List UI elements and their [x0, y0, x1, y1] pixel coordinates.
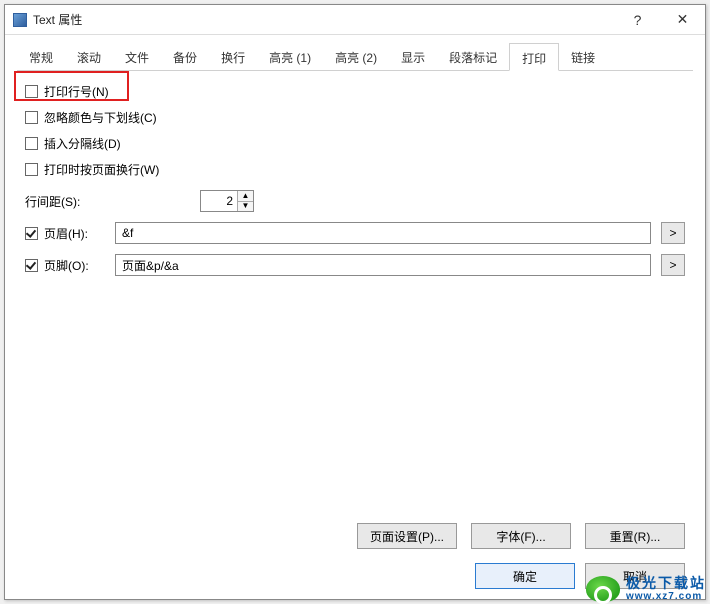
spinner-up-icon[interactable]: ▲: [238, 191, 253, 202]
tab-print[interactable]: 打印: [509, 43, 559, 71]
spinner-buttons: ▲ ▼: [237, 191, 253, 211]
check-ignore-colors-row[interactable]: 忽略颜色与下划线(C): [25, 109, 685, 126]
checkbox-icon: [25, 85, 38, 98]
watermark-text: 极光下载站 www.xz7.com: [626, 576, 706, 602]
checkbox-group: 打印行号(N) 忽略颜色与下划线(C) 插入分隔线(D) 打印时按页面换行(W): [25, 83, 685, 178]
help-button[interactable]: ?: [615, 5, 660, 34]
line-spacing-input[interactable]: [201, 191, 237, 211]
app-icon: [13, 13, 27, 27]
content: 常规 滚动 文件 备份 换行 高亮 (1) 高亮 (2) 显示 段落标记 打印 …: [5, 35, 705, 294]
check-insert-separator-row[interactable]: 插入分隔线(D): [25, 135, 685, 152]
footer-check-row[interactable]: 页脚(O):: [25, 257, 105, 274]
check-print-line-numbers-label: 打印行号(N): [44, 83, 109, 100]
dialog-window: Text 属性 ? ✕ 常规 滚动 文件 备份 换行 高亮 (1) 高亮 (2)…: [4, 4, 706, 600]
window-title: Text 属性: [33, 11, 82, 28]
tab-link[interactable]: 链接: [559, 43, 607, 70]
footer-input[interactable]: [115, 254, 651, 276]
check-print-line-numbers-row[interactable]: 打印行号(N): [25, 83, 685, 100]
checkbox-icon: [25, 259, 38, 272]
spinner-down-icon[interactable]: ▼: [238, 202, 253, 212]
tab-scroll[interactable]: 滚动: [65, 43, 113, 70]
header-more-button[interactable]: >: [661, 222, 685, 244]
font-button[interactable]: 字体(F)...: [471, 523, 571, 549]
tab-wrap[interactable]: 换行: [209, 43, 257, 70]
header-check-row[interactable]: 页眉(H):: [25, 225, 105, 242]
check-ignore-colors-label: 忽略颜色与下划线(C): [44, 109, 157, 126]
close-button[interactable]: ✕: [660, 5, 705, 34]
watermark: 极光下载站 www.xz7.com: [586, 576, 706, 602]
footer-row: 页脚(O): >: [25, 254, 685, 276]
tab-file[interactable]: 文件: [113, 43, 161, 70]
titlebar-controls: ? ✕: [615, 5, 705, 34]
titlebar-left: Text 属性: [13, 11, 82, 28]
header-input[interactable]: [115, 222, 651, 244]
tab-paragraph[interactable]: 段落标记: [437, 43, 509, 70]
checkbox-icon: [25, 227, 38, 240]
ok-button[interactable]: 确定: [475, 563, 575, 589]
tab-strip: 常规 滚动 文件 备份 换行 高亮 (1) 高亮 (2) 显示 段落标记 打印 …: [17, 43, 693, 71]
watermark-logo-icon: [586, 576, 620, 602]
header-label: 页眉(H):: [44, 225, 88, 242]
tab-panel-print: 打印行号(N) 忽略颜色与下划线(C) 插入分隔线(D) 打印时按页面换行(W)…: [17, 71, 693, 294]
watermark-main: 极光下载站: [626, 576, 706, 591]
watermark-sub: www.xz7.com: [626, 591, 706, 602]
check-insert-separator-label: 插入分隔线(D): [44, 135, 121, 152]
footer-label: 页脚(O):: [44, 257, 89, 274]
line-spacing-row: 行间距(S): ▲ ▼: [25, 190, 685, 212]
checkbox-icon: [25, 111, 38, 124]
tab-display[interactable]: 显示: [389, 43, 437, 70]
page-setup-button[interactable]: 页面设置(P)...: [357, 523, 457, 549]
tab-highlight1[interactable]: 高亮 (1): [257, 43, 323, 70]
checkbox-icon: [25, 163, 38, 176]
reset-button[interactable]: 重置(R)...: [585, 523, 685, 549]
header-row: 页眉(H): >: [25, 222, 685, 244]
bottom-actions: 页面设置(P)... 字体(F)... 重置(R)...: [357, 523, 685, 549]
tab-backup[interactable]: 备份: [161, 43, 209, 70]
line-spacing-spinner[interactable]: ▲ ▼: [200, 190, 254, 212]
titlebar: Text 属性 ? ✕: [5, 5, 705, 35]
checkbox-icon: [25, 137, 38, 150]
tab-general[interactable]: 常规: [17, 43, 65, 70]
line-spacing-label: 行间距(S):: [25, 193, 90, 210]
check-wrap-on-print-row[interactable]: 打印时按页面换行(W): [25, 161, 685, 178]
check-wrap-on-print-label: 打印时按页面换行(W): [44, 161, 159, 178]
tab-highlight2[interactable]: 高亮 (2): [323, 43, 389, 70]
footer-more-button[interactable]: >: [661, 254, 685, 276]
